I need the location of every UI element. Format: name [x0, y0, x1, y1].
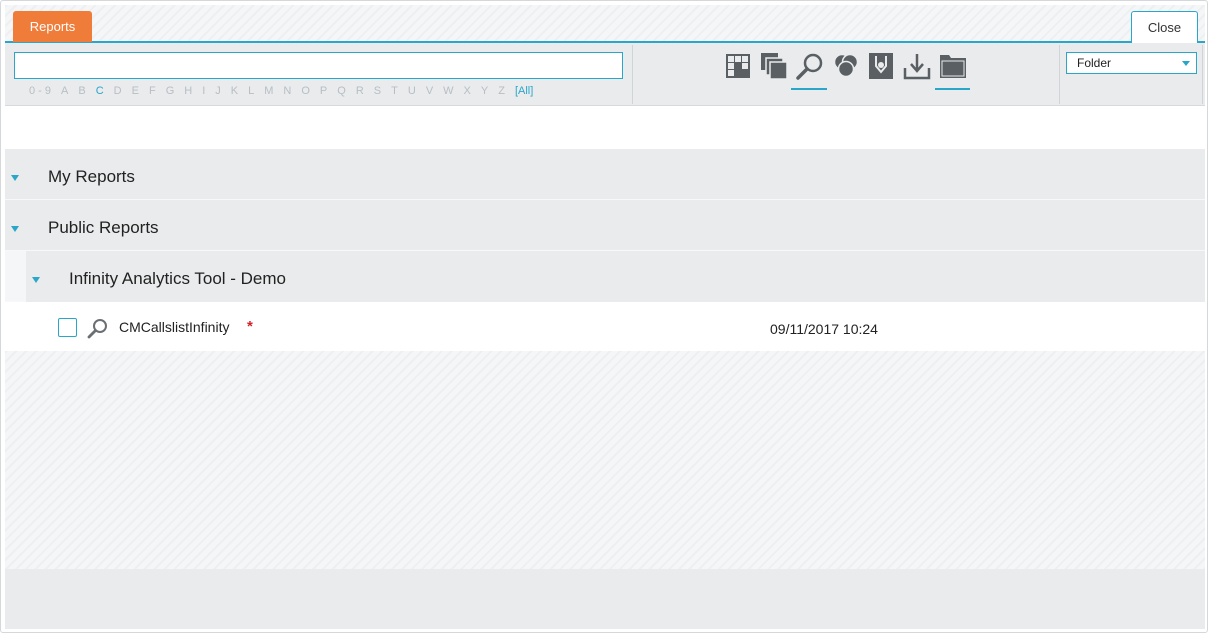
folder-icon[interactable] — [938, 51, 968, 81]
folder-label: My Reports — [48, 167, 135, 186]
alphabet-letter-C[interactable]: C — [96, 85, 104, 99]
caret-down-icon[interactable] — [11, 175, 19, 181]
color-circles-icon[interactable] — [831, 51, 861, 81]
folder-select[interactable]: Folder — [1066, 52, 1197, 74]
alphabet-letter-D[interactable]: D — [114, 85, 122, 99]
alphabet-letter-A[interactable]: A — [61, 85, 68, 99]
alphabet-letter-V[interactable]: V — [426, 85, 433, 99]
active-indicator — [791, 88, 827, 90]
report-checkbox[interactable] — [58, 318, 77, 337]
subfolder-row-wrapper: Infinity Analytics Tool - Demo — [5, 251, 1205, 302]
grid-icon[interactable] — [723, 51, 753, 81]
table-row[interactable]: CMCallslistInfinity * 09/11/2017 10:24 — [47, 302, 1205, 352]
magnifier-icon[interactable] — [87, 317, 109, 344]
folder-my-reports[interactable]: My Reports — [5, 149, 1205, 200]
report-name[interactable]: CMCallslistInfinity — [119, 319, 229, 335]
caret-down-icon[interactable] — [32, 277, 40, 283]
alphabet-letter-P[interactable]: P — [320, 85, 327, 99]
search-input[interactable] — [14, 52, 623, 79]
alphabet-letter-B[interactable]: B — [78, 85, 85, 99]
alphabet-letter-W[interactable]: W — [443, 85, 453, 99]
active-indicator — [935, 88, 970, 90]
badge-icon[interactable] — [866, 51, 896, 81]
close-button[interactable]: Close — [1131, 11, 1198, 43]
alphabet-letter-N[interactable]: N — [283, 85, 291, 99]
folder-public-reports[interactable]: Public Reports — [5, 200, 1205, 251]
alphabet-filter: 0 - 9 A B C D E F G H I J K L M N O P Q R S T U V W X Y Z [All] — [29, 85, 533, 99]
toolbar-divider — [1202, 45, 1203, 104]
alphabet-letter-U[interactable]: U — [408, 85, 416, 99]
toolbar-divider — [1059, 45, 1060, 104]
alphabet-letter-H[interactable]: H — [184, 85, 192, 99]
folder-label: Public Reports — [48, 218, 159, 237]
toolbar-divider — [632, 45, 633, 104]
alphabet-letter-I[interactable]: I — [202, 85, 205, 99]
folder-infinity-demo[interactable]: Infinity Analytics Tool - Demo — [26, 251, 1205, 302]
alphabet-letter-T[interactable]: T — [391, 85, 398, 99]
alphabet-letter-S[interactable]: S — [374, 85, 381, 99]
folder-select-value: Folder — [1077, 56, 1112, 70]
report-date: 09/11/2017 10:24 — [770, 321, 878, 337]
footer-area — [5, 569, 1205, 629]
report-row-wrapper: CMCallslistInfinity * 09/11/2017 10:24 — [5, 302, 1205, 352]
alphabet-letter-O[interactable]: O — [301, 85, 310, 99]
title-bar: Reports Close — [5, 5, 1205, 43]
alphabet-letter-E[interactable]: E — [132, 85, 139, 99]
alphabet-letter-0-9[interactable]: 0 - 9 — [29, 85, 51, 99]
report-tree: My Reports Public Reports Infinity Analy… — [5, 149, 1205, 352]
alphabet-letter-all[interactable]: [All] — [515, 85, 533, 99]
download-icon[interactable] — [902, 51, 932, 81]
report-window: Reports Close 0 - 9 ABCDEFGHIJKLMNOPQRSTU… — [0, 0, 1208, 633]
reports-tab[interactable]: Reports — [13, 11, 92, 42]
alphabet-letter-L[interactable]: L — [248, 85, 254, 99]
alphabet-letter-M[interactable]: M — [264, 85, 273, 99]
chevron-down-icon — [1182, 61, 1190, 66]
stacked-copy-icon[interactable] — [759, 51, 789, 81]
alphabet-letter-K[interactable]: K — [231, 85, 238, 99]
required-marker: * — [247, 318, 253, 335]
alphabet-letter-F[interactable]: F — [149, 85, 156, 99]
folder-label: Infinity Analytics Tool - Demo — [69, 269, 286, 288]
caret-down-icon[interactable] — [11, 226, 19, 232]
alphabet-letter-Y[interactable]: Y — [481, 85, 488, 99]
alphabet-letter-R[interactable]: R — [356, 85, 364, 99]
alphabet-letter-G[interactable]: G — [166, 85, 175, 99]
toolbar: 0 - 9 A B C D E F G H I J K L M N O P Q R S T U V W X Y Z [All] — [5, 43, 1205, 106]
magnifier-icon[interactable] — [795, 51, 825, 81]
alphabet-letter-X[interactable]: X — [464, 85, 471, 99]
alphabet-letter-Q[interactable]: Q — [337, 85, 346, 99]
empty-list-area — [5, 351, 1205, 569]
alphabet-letter-Z[interactable]: Z — [498, 85, 505, 99]
alphabet-letter-J[interactable]: J — [215, 85, 221, 99]
